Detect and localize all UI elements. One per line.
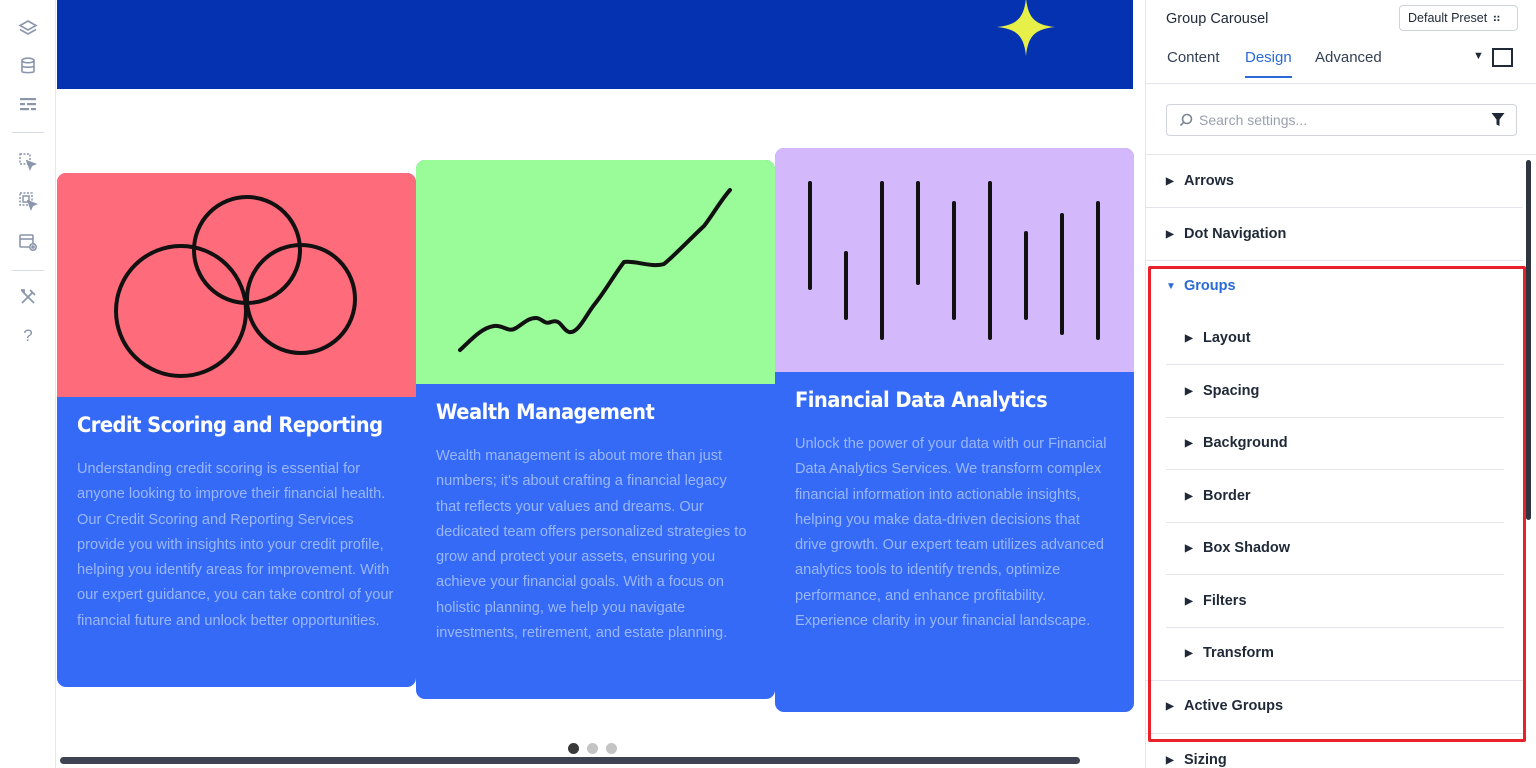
subsection-transform[interactable]: ▶ Transform <box>1185 627 1503 679</box>
subsection-label: Spacing <box>1203 383 1260 399</box>
rail-divider <box>12 132 44 133</box>
card-image <box>57 173 416 397</box>
filter-icon[interactable] <box>1491 112 1505 128</box>
subsection-spacing[interactable]: ▶ Spacing <box>1185 365 1503 417</box>
section-groups[interactable]: ▼ Groups <box>1166 260 1523 312</box>
subsection-label: Filters <box>1203 593 1247 609</box>
service-card[interactable]: Financial Data Analytics Unlock the powe… <box>775 148 1134 712</box>
section-label: Active Groups <box>1184 698 1284 714</box>
help-glyph: ? <box>23 326 33 345</box>
subsection-background[interactable]: ▶ Background <box>1185 417 1503 469</box>
subsection-label: Transform <box>1203 645 1274 661</box>
carousel-dot[interactable] <box>568 743 579 754</box>
carousel-dots <box>568 743 617 754</box>
subsection-border[interactable]: ▶ Border <box>1185 470 1503 522</box>
card-title: Wealth Management <box>436 400 655 424</box>
subsection-filters[interactable]: ▶ Filters <box>1185 575 1503 627</box>
search-placeholder: Search settings... <box>1199 112 1308 128</box>
tools-icon[interactable] <box>14 283 42 311</box>
search-settings-input[interactable]: Search settings... <box>1166 104 1517 136</box>
panel-scrollbar[interactable] <box>1526 160 1531 520</box>
expanded-triangle-icon: ▼ <box>1166 280 1176 292</box>
section-label: Dot Navigation <box>1184 226 1287 242</box>
subsection-label: Background <box>1203 435 1288 451</box>
divider <box>1146 83 1536 84</box>
preset-dropdown[interactable]: Default Preset ⠶ <box>1399 5 1518 31</box>
carousel-dot[interactable] <box>587 743 598 754</box>
subsection-label: Border <box>1203 488 1251 504</box>
card-description: Wealth management is about more than jus… <box>436 448 747 642</box>
pointer-select-icon[interactable] <box>14 148 42 176</box>
subsection-layout[interactable]: ▶ Layout <box>1185 312 1503 364</box>
search-icon <box>1179 113 1193 127</box>
carousel-dot[interactable] <box>606 743 617 754</box>
section-dot-navigation[interactable]: ▶ Dot Navigation <box>1166 208 1523 260</box>
preview-icon[interactable] <box>14 228 42 256</box>
service-card[interactable]: Credit Scoring and Reporting Understandi… <box>57 173 416 687</box>
panel-title: Group Carousel <box>1166 11 1269 27</box>
section-active-groups[interactable]: ▶ Active Groups <box>1166 680 1523 732</box>
tab-advanced[interactable]: Advanced <box>1315 49 1382 76</box>
tab-content[interactable]: Content <box>1167 49 1220 76</box>
collapsed-triangle-icon: ▶ <box>1166 175 1174 187</box>
section-label: Groups <box>1184 278 1236 294</box>
vertical-bars-icon <box>808 181 1100 340</box>
subsection-label: Layout <box>1203 330 1251 346</box>
hero-banner <box>57 0 1133 89</box>
service-card[interactable]: Wealth Management Wealth management is a… <box>416 160 775 699</box>
tab-design[interactable]: Design <box>1245 49 1292 78</box>
collapsed-triangle-icon: ▶ <box>1185 647 1193 659</box>
card-title: Credit Scoring and Reporting <box>77 413 383 437</box>
expand-square-icon[interactable] <box>1492 48 1513 67</box>
preset-label: Default Preset <box>1408 11 1488 25</box>
collapsed-triangle-icon: ▶ <box>1166 700 1174 712</box>
section-label: Arrows <box>1184 173 1234 189</box>
collapsed-triangle-icon: ▶ <box>1185 490 1193 502</box>
layout-icon[interactable] <box>14 90 42 118</box>
collapsed-triangle-icon: ▶ <box>1185 437 1193 449</box>
tool-rail: ? <box>0 0 56 768</box>
multi-select-icon[interactable] <box>14 187 42 215</box>
subsection-box-shadow[interactable]: ▶ Box Shadow <box>1185 522 1503 574</box>
card-title: Financial Data Analytics <box>795 388 1048 412</box>
card-description: Unlock the power of your data with our F… <box>795 436 1107 630</box>
card-image <box>775 148 1134 372</box>
collapsed-triangle-icon: ▶ <box>1185 385 1193 397</box>
layers-icon[interactable] <box>14 14 42 42</box>
growth-line-icon <box>458 188 732 352</box>
venn-circles-icon <box>114 195 357 378</box>
card-description: Understanding credit scoring is essentia… <box>77 461 394 629</box>
page-canvas: Credit Scoring and Reporting Understandi… <box>57 0 1135 768</box>
database-icon[interactable] <box>14 52 42 80</box>
settings-panel: Group Carousel Default Preset ⠶ Content … <box>1145 0 1536 768</box>
section-arrows[interactable]: ▶ Arrows <box>1166 155 1523 207</box>
rail-divider <box>12 270 44 271</box>
subsection-label: Box Shadow <box>1203 540 1291 556</box>
sparkle-icon <box>997 0 1055 56</box>
card-image <box>416 160 775 384</box>
section-label: Sizing <box>1184 752 1227 768</box>
dropdown-caret-icon[interactable]: ▼ <box>1473 50 1484 62</box>
help-icon[interactable]: ? <box>14 322 42 350</box>
collapsed-triangle-icon: ▶ <box>1185 595 1193 607</box>
collapsed-triangle-icon: ▶ <box>1166 754 1174 766</box>
preset-icon: ⠶ <box>1492 11 1502 25</box>
collapsed-triangle-icon: ▶ <box>1185 332 1193 344</box>
collapsed-triangle-icon: ▶ <box>1185 542 1193 554</box>
horizontal-scrollbar[interactable] <box>60 757 1080 764</box>
section-sizing[interactable]: ▶ Sizing <box>1166 734 1523 768</box>
collapsed-triangle-icon: ▶ <box>1166 228 1174 240</box>
